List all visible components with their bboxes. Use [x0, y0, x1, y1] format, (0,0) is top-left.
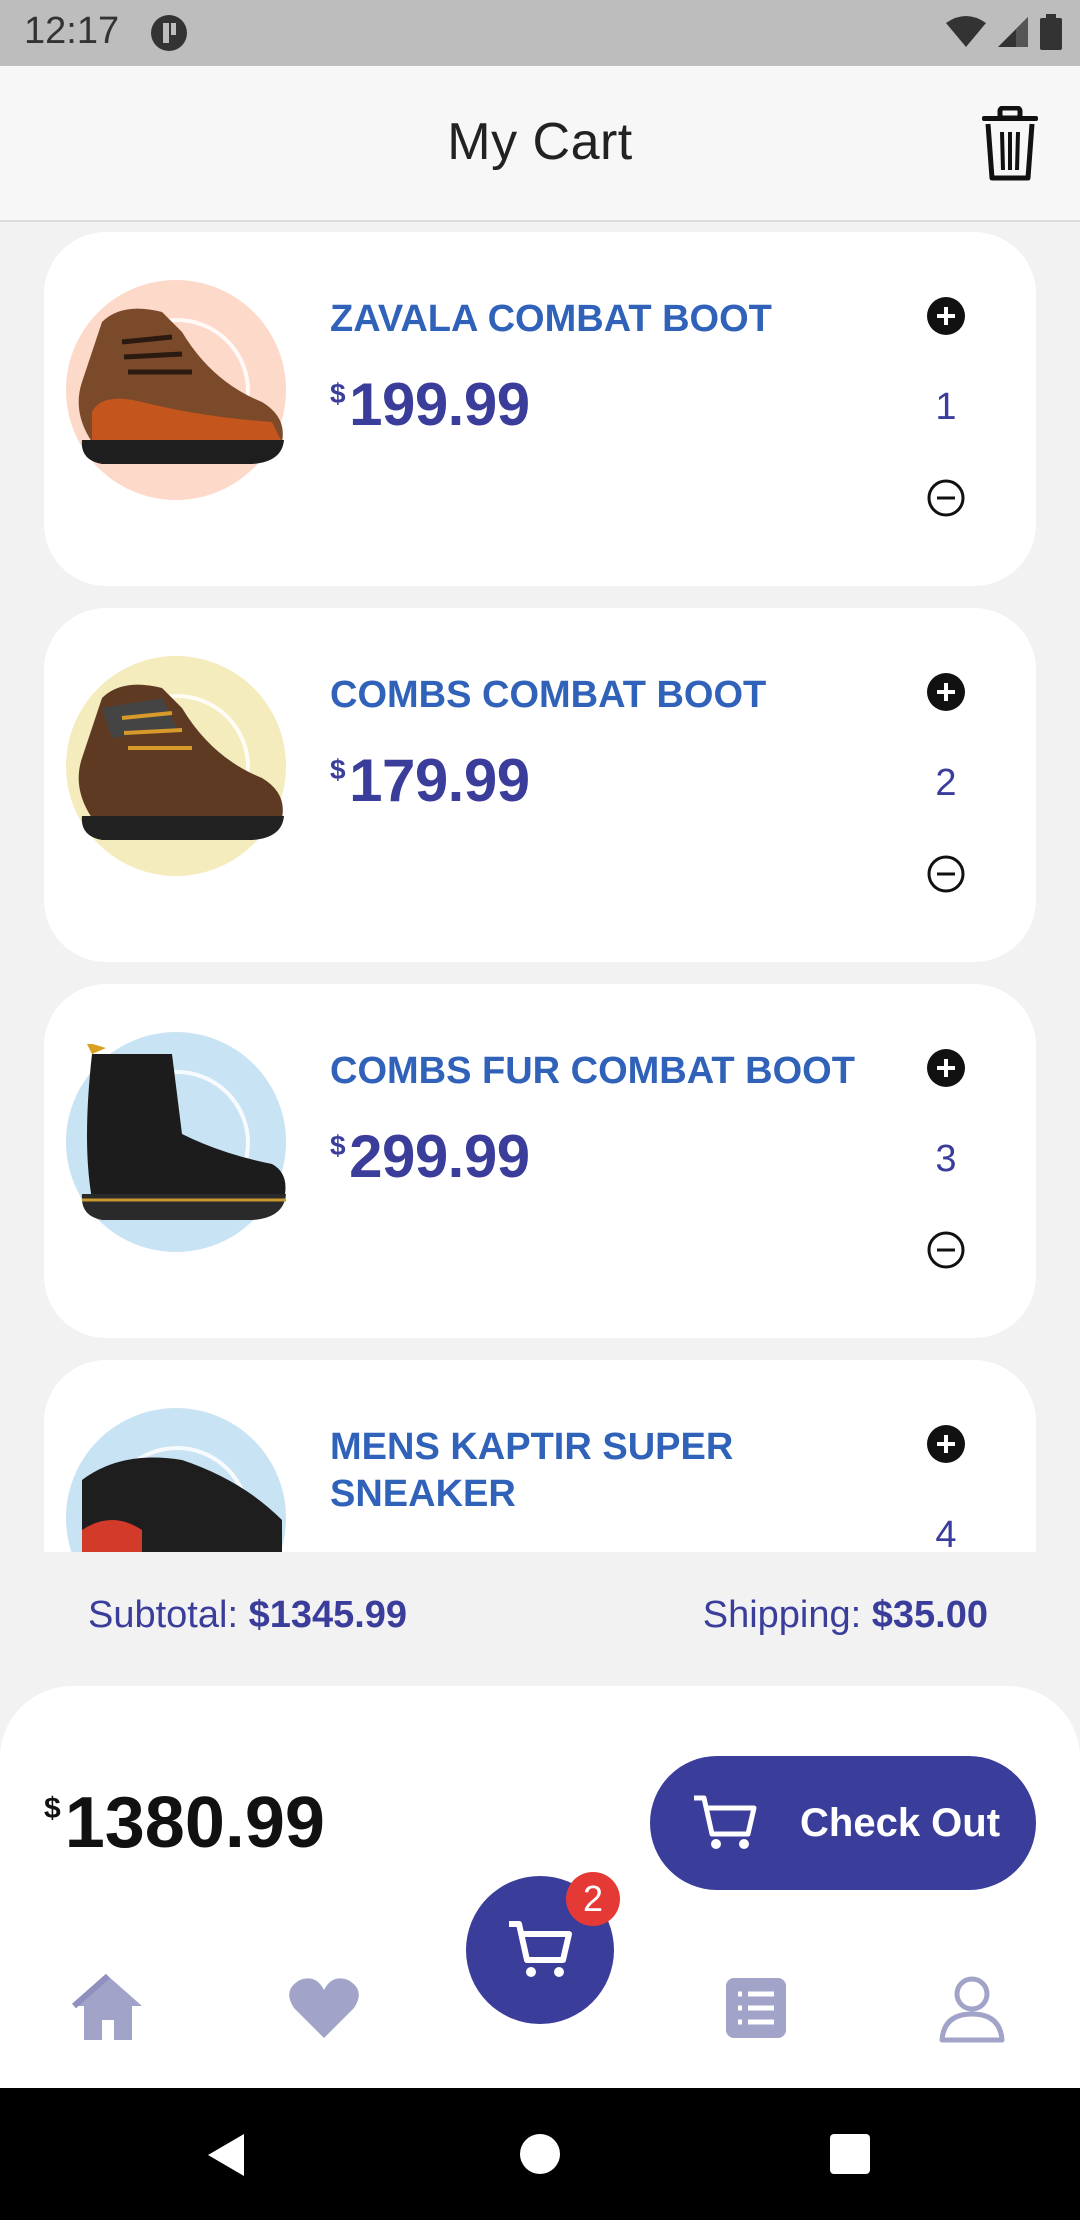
product-image	[82, 1457, 282, 1552]
increase-quantity-icon[interactable]	[926, 672, 966, 712]
status-icons	[946, 14, 1062, 50]
wifi-icon	[946, 16, 986, 47]
app-bar: My Cart	[0, 66, 1080, 222]
decrease-quantity-icon[interactable]	[926, 1230, 966, 1270]
cart-item[interactable]: MENS KAPTIR SUPER SNEAKER 4	[44, 1360, 1036, 1552]
cart-badge: 2	[566, 1872, 620, 1926]
product-price: $199.99	[330, 371, 530, 438]
product-price: $179.99	[330, 747, 530, 814]
quantity-value: 3	[935, 1138, 957, 1180]
product-name: COMBS COMBAT BOOT	[330, 674, 767, 716]
shipping-value: $35.00	[871, 1594, 988, 1636]
product-image	[81, 1044, 286, 1220]
profile-icon[interactable]	[934, 1972, 1010, 2044]
system-navigation-bar	[0, 2088, 1080, 2220]
cart-item[interactable]: COMBS COMBAT BOOT $179.99 2	[44, 608, 1036, 962]
trash-icon[interactable]	[978, 106, 1042, 182]
list-icon[interactable]	[718, 1972, 794, 2044]
battery-icon	[1040, 14, 1062, 50]
decrease-quantity-icon[interactable]	[926, 854, 966, 894]
quantity-value: 4	[935, 1514, 957, 1552]
increase-quantity-icon[interactable]	[926, 1048, 966, 1088]
product-image	[78, 308, 284, 464]
heart-icon[interactable]	[286, 1972, 362, 2044]
subtotal: Subtotal: $1345.99	[88, 1594, 407, 1637]
checkout-label: Check Out	[800, 1800, 1001, 1845]
home-icon[interactable]	[70, 1972, 146, 2044]
home-system-icon[interactable]	[520, 2134, 560, 2174]
page-title: My Cart	[447, 113, 633, 171]
back-icon[interactable]	[204, 2132, 248, 2178]
quantity-value: 1	[935, 386, 957, 428]
cart-list[interactable]: ZAVALA COMBAT BOOT $199.99 1 COMBS COMBA…	[0, 222, 1080, 1552]
cart-icon	[694, 1795, 757, 1849]
checkout-button[interactable]: Check Out	[650, 1756, 1036, 1890]
status-time: 12:17	[24, 10, 120, 52]
cart-item[interactable]: COMBS FUR COMBAT BOOT $299.99 3	[44, 984, 1036, 1338]
product-image	[78, 684, 284, 840]
quantity-value: 2	[935, 762, 957, 804]
increase-quantity-icon[interactable]	[926, 296, 966, 336]
cart-item[interactable]: ZAVALA COMBAT BOOT $199.99 1	[44, 232, 1036, 586]
subtotal-label: Subtotal:	[88, 1594, 238, 1636]
recents-icon[interactable]	[830, 2134, 870, 2174]
shipping-label: Shipping:	[702, 1594, 862, 1636]
grand-total: $1380.99	[44, 1783, 325, 1863]
totals-row: Subtotal: $1345.99 Shipping: $35.00	[0, 1578, 1080, 1658]
increase-quantity-icon[interactable]	[926, 1424, 966, 1464]
decrease-quantity-icon[interactable]	[926, 478, 966, 518]
signal-icon	[998, 17, 1028, 47]
product-name: COMBS FUR COMBAT BOOT	[330, 1050, 855, 1092]
cart-icon	[509, 1921, 572, 1977]
shipping: Shipping: $35.00	[703, 1594, 988, 1637]
product-name: ZAVALA COMBAT BOOT	[330, 298, 772, 340]
product-name: MENS KAPTIR SUPER SNEAKER	[330, 1426, 734, 1515]
app-notification-icon	[151, 15, 187, 51]
product-price: $299.99	[330, 1123, 530, 1190]
status-bar: 12:17	[0, 0, 1080, 66]
subtotal-value: $1345.99	[248, 1594, 408, 1636]
